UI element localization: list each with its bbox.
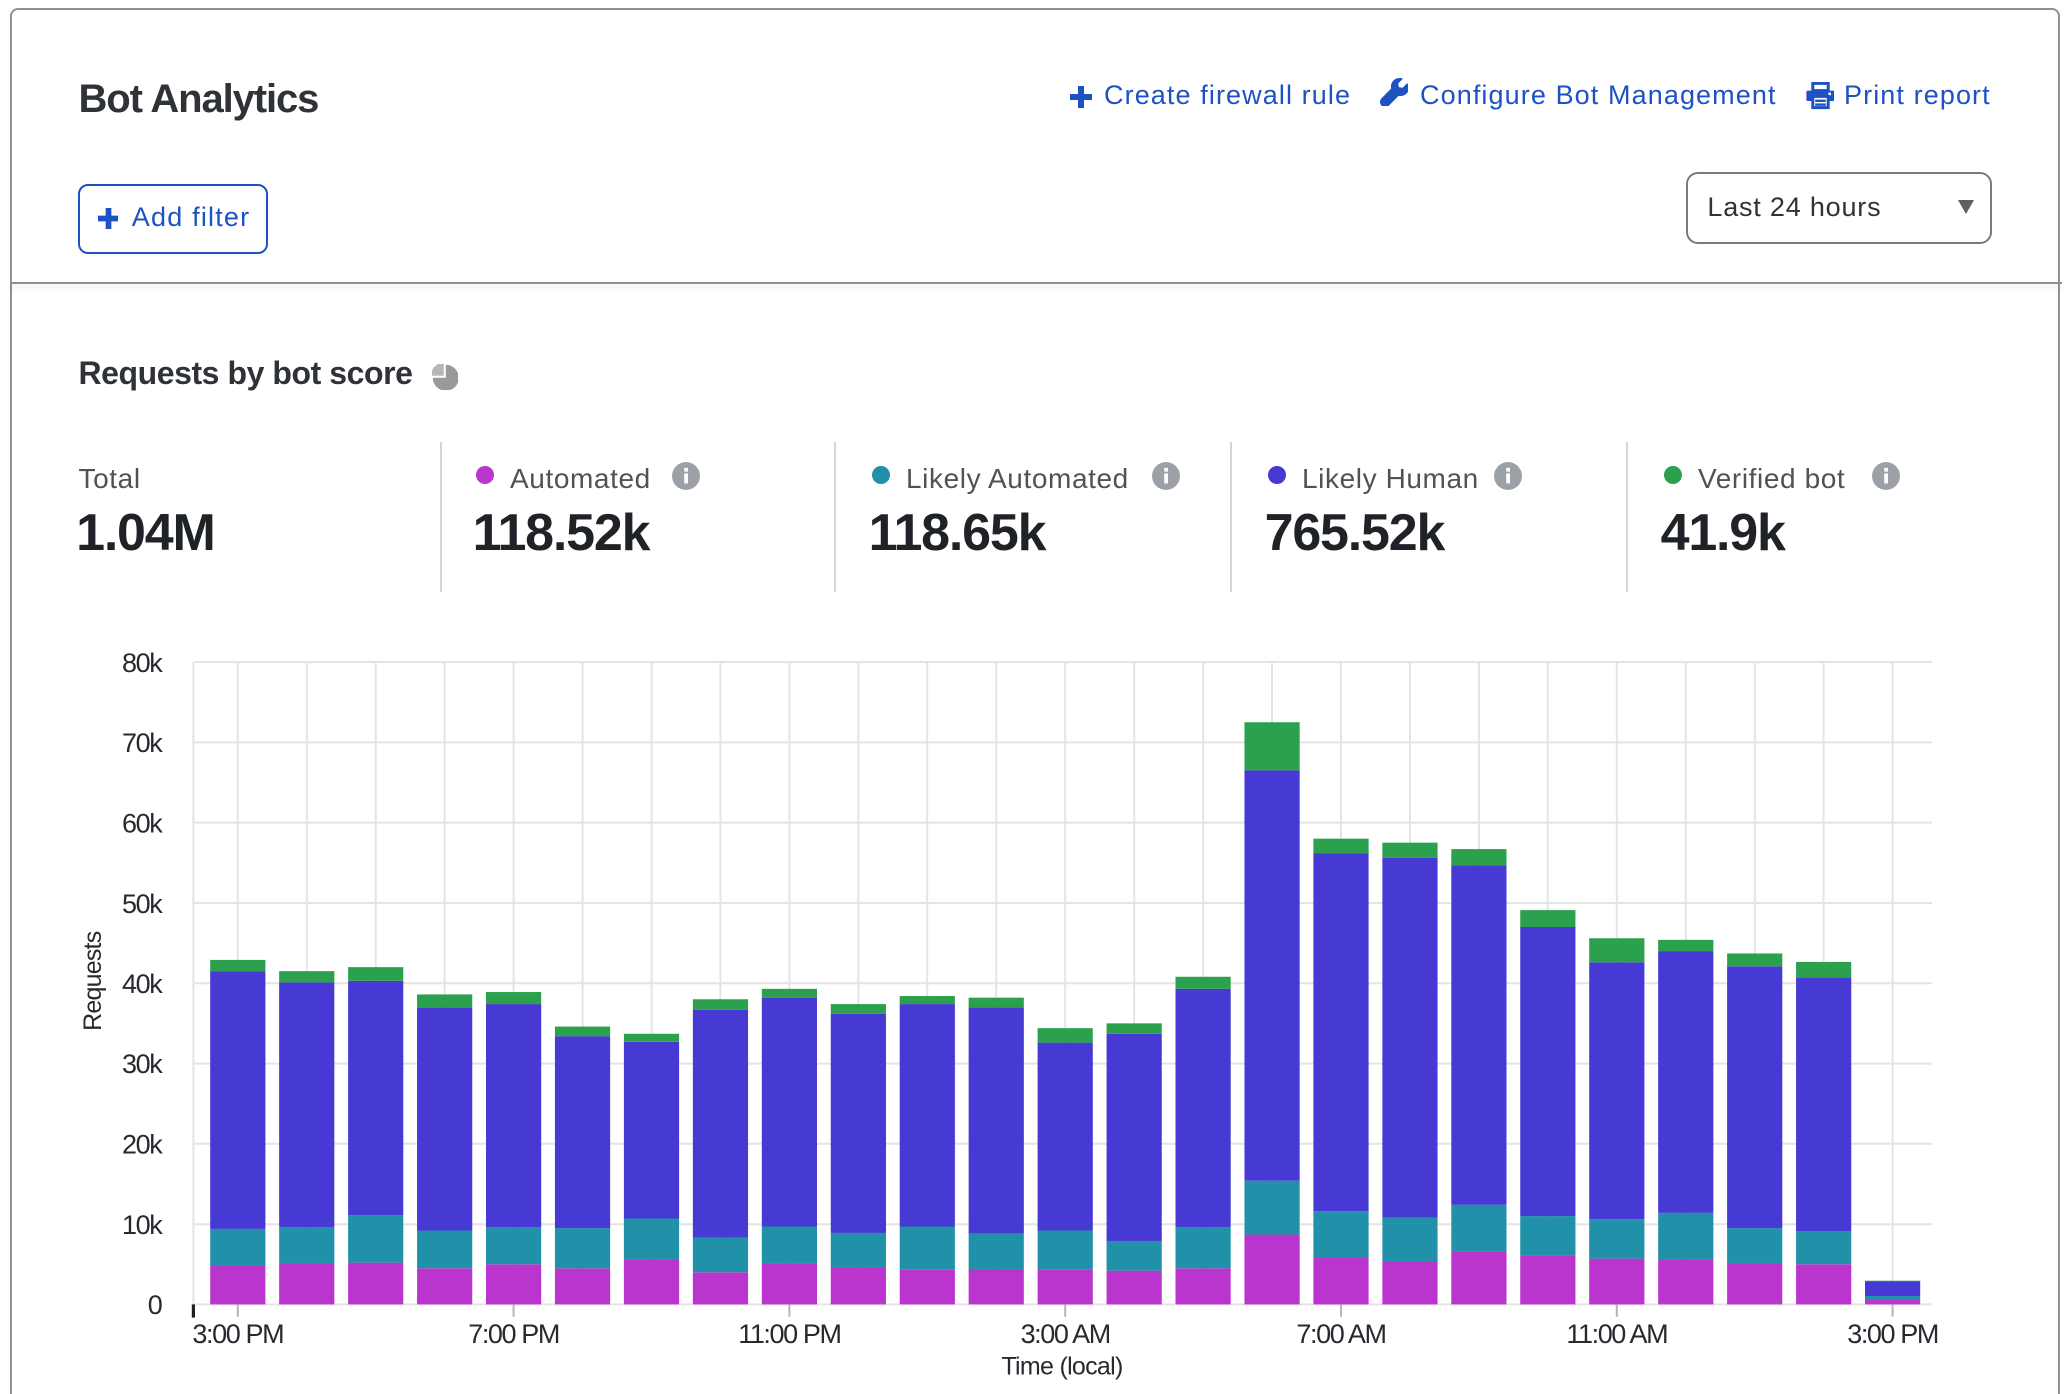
svg-text:50k: 50k bbox=[122, 889, 163, 919]
svg-text:3:00 AM: 3:00 AM bbox=[1021, 1319, 1110, 1349]
svg-text:40k: 40k bbox=[122, 969, 163, 999]
svg-text:Time (local): Time (local) bbox=[1001, 1353, 1122, 1381]
svg-text:20k: 20k bbox=[122, 1130, 163, 1160]
svg-text:3:00 PM: 3:00 PM bbox=[192, 1319, 283, 1349]
svg-text:7:00 AM: 7:00 AM bbox=[1296, 1319, 1385, 1349]
svg-text:30k: 30k bbox=[122, 1049, 163, 1079]
svg-text:Requests: Requests bbox=[79, 931, 107, 1031]
svg-text:70k: 70k bbox=[122, 728, 163, 758]
svg-text:11:00 AM: 11:00 AM bbox=[1566, 1319, 1667, 1349]
svg-text:11:00 PM: 11:00 PM bbox=[738, 1319, 840, 1349]
svg-text:3:00 PM: 3:00 PM bbox=[1847, 1319, 1938, 1349]
svg-text:60k: 60k bbox=[122, 808, 163, 838]
svg-text:7:00 PM: 7:00 PM bbox=[468, 1319, 559, 1349]
svg-text:0: 0 bbox=[148, 1290, 162, 1320]
svg-text:10k: 10k bbox=[122, 1210, 163, 1240]
svg-text:80k: 80k bbox=[122, 648, 163, 678]
